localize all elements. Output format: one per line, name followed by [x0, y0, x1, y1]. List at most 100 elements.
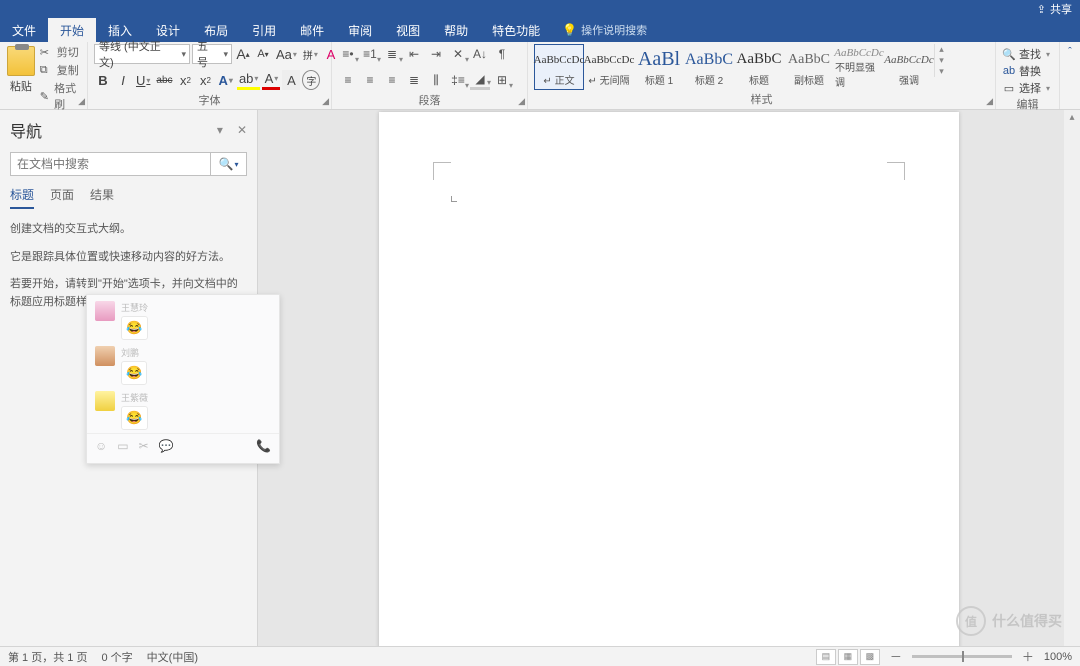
style-tile-标题[interactable]: AaBbC标题: [734, 44, 784, 90]
page[interactable]: [379, 112, 959, 646]
nav-search-button[interactable]: 🔍▾: [210, 153, 246, 175]
change-case-button[interactable]: Aa: [274, 44, 299, 64]
nav-tab-结果[interactable]: 结果: [90, 186, 114, 209]
style-tile-标题2[interactable]: AaBbC标题 2: [684, 44, 734, 90]
chat-call-button[interactable]: 📞: [256, 439, 271, 453]
nav-search-input[interactable]: [11, 153, 210, 175]
replace-button[interactable]: ab替换: [1002, 63, 1041, 79]
borders-button[interactable]: ⊞: [492, 70, 512, 90]
chat-folder-button[interactable]: ▭: [117, 439, 128, 453]
align-center-button[interactable]: ≡: [360, 70, 380, 90]
strikethrough-button[interactable]: abc: [154, 70, 174, 90]
increase-indent-button[interactable]: ⇥: [426, 44, 446, 64]
menu-tab-帮助[interactable]: 帮助: [432, 18, 480, 42]
text-effects-button[interactable]: A: [217, 70, 235, 90]
italic-button[interactable]: I: [114, 70, 132, 90]
web-layout-button[interactable]: ▩: [860, 649, 880, 665]
zoom-in-button[interactable]: ＋: [1022, 648, 1034, 665]
subscript-button[interactable]: x2: [177, 70, 195, 90]
nav-dropdown-button[interactable]: ▾: [217, 123, 223, 137]
numbering-button[interactable]: ≡1: [360, 44, 380, 64]
zoom-slider[interactable]: [912, 655, 1012, 658]
style-tile-强调[interactable]: AaBbCcDc强调: [884, 44, 934, 90]
chat-toolbar: ☺ ▭ ✂ 💬 📞: [87, 433, 279, 457]
ribbon-collapse-button[interactable]: ˆ: [1060, 42, 1080, 109]
clipboard-dialog-launcher[interactable]: ◢: [78, 96, 85, 107]
chat-chat-button[interactable]: 💬: [159, 439, 174, 453]
chat-scissors-button[interactable]: ✂: [139, 439, 149, 453]
align-right-button[interactable]: ≡: [382, 70, 402, 90]
status-language[interactable]: 中文(中国): [147, 649, 198, 665]
laugh-cry-emoji: 😂: [126, 410, 142, 426]
enclose-char-button[interactable]: 字: [302, 70, 320, 90]
status-page[interactable]: 第 1 页，共 1 页: [8, 649, 87, 665]
menu-tab-审阅[interactable]: 审阅: [336, 18, 384, 42]
find-button[interactable]: 🔍查找▾: [1002, 46, 1050, 62]
copy-button[interactable]: 复制: [40, 62, 81, 78]
sort-button[interactable]: A↓: [470, 44, 490, 64]
style-tile-副标题[interactable]: AaBbC副标题: [784, 44, 834, 90]
highlight-button[interactable]: ab: [237, 70, 260, 90]
watermark: 值 什么值得买: [956, 606, 1062, 636]
multilevel-list-button[interactable]: ≣: [382, 44, 402, 64]
decrease-indent-button[interactable]: ⇤: [404, 44, 424, 64]
print-layout-button[interactable]: ▦: [838, 649, 858, 665]
font-size-select[interactable]: 五号: [192, 44, 232, 64]
font-dialog-launcher[interactable]: ◢: [322, 96, 329, 107]
style-tile-标题1[interactable]: AaBl标题 1: [634, 44, 684, 90]
menu-tab-特色功能[interactable]: 特色功能: [480, 18, 552, 42]
show-marks-button[interactable]: ¶: [492, 44, 512, 64]
cut-button[interactable]: 剪切: [40, 44, 81, 60]
menu-tab-开始[interactable]: 开始: [48, 18, 96, 42]
nav-tab-标题[interactable]: 标题: [10, 186, 34, 209]
menu-tab-邮件[interactable]: 邮件: [288, 18, 336, 42]
style-tile-↵无间隔[interactable]: AaBbCcDc↵ 无间隔: [584, 44, 634, 90]
zoom-level[interactable]: 100%: [1044, 651, 1072, 663]
laugh-cry-emoji: 😂: [126, 320, 142, 336]
phonetic-guide-button[interactable]: 拼: [301, 44, 320, 64]
distribute-button[interactable]: ⫼: [426, 70, 446, 90]
format-painter-button[interactable]: 格式刷: [40, 80, 81, 112]
nav-search-box[interactable]: 🔍▾: [10, 152, 247, 176]
chat-bubble: 😂: [121, 316, 148, 340]
align-left-button[interactable]: ≡: [338, 70, 358, 90]
bullets-button[interactable]: ≡•: [338, 44, 358, 64]
menu-tab-文件[interactable]: 文件: [0, 18, 48, 42]
vertical-scrollbar[interactable]: ▴: [1064, 110, 1080, 646]
underline-button[interactable]: U: [134, 70, 152, 90]
style-tile-↵正文[interactable]: AaBbCcDc↵ 正文: [534, 44, 584, 90]
select-button[interactable]: ▭选择▾: [1002, 80, 1050, 96]
shrink-font-button[interactable]: A▾: [254, 44, 272, 64]
nav-text-1: 创建文档的交互式大纲。: [10, 221, 247, 239]
styles-scroll-2[interactable]: ▾: [935, 66, 948, 77]
char-shading-button[interactable]: A: [282, 70, 300, 90]
grow-font-button[interactable]: A▴: [234, 44, 252, 64]
font-name-select[interactable]: 等线 (中文正文): [94, 44, 190, 64]
paragraph-dialog-launcher[interactable]: ◢: [518, 96, 525, 107]
nav-close-button[interactable]: ✕: [237, 123, 247, 137]
nav-tab-页面[interactable]: 页面: [50, 186, 74, 209]
superscript-button[interactable]: x2: [197, 70, 215, 90]
scroll-up-button[interactable]: ▴: [1064, 110, 1080, 125]
status-word-count[interactable]: 0 个字: [101, 649, 132, 665]
bold-button[interactable]: B: [94, 70, 112, 90]
styles-scroll-0[interactable]: ▴: [935, 44, 948, 55]
style-tile-不明显强调[interactable]: AaBbCcDc不明显强调: [834, 44, 884, 90]
menu-tab-引用[interactable]: 引用: [240, 18, 288, 42]
tell-me-search[interactable]: 💡 操作说明搜索: [552, 18, 657, 42]
menu-tab-视图[interactable]: 视图: [384, 18, 432, 42]
share-button[interactable]: ⇪ 共享: [1037, 1, 1072, 17]
paste-button[interactable]: 粘贴: [6, 44, 36, 94]
chat-emoji-button[interactable]: ☺: [95, 439, 107, 453]
document-canvas[interactable]: ▴: [258, 110, 1080, 646]
font-color-button[interactable]: A: [262, 70, 280, 90]
line-spacing-button[interactable]: ‡≡: [448, 70, 468, 90]
justify-button[interactable]: ≣: [404, 70, 424, 90]
asian-layout-button[interactable]: ✕: [448, 44, 468, 64]
chat-message: 王紫薇😂: [95, 391, 271, 430]
zoom-out-button[interactable]: －: [890, 648, 902, 665]
styles-dialog-launcher[interactable]: ◢: [986, 96, 993, 107]
shading-button[interactable]: ◢: [470, 70, 490, 90]
styles-scroll-1[interactable]: ▾: [935, 55, 948, 66]
read-mode-button[interactable]: ▤: [816, 649, 836, 665]
